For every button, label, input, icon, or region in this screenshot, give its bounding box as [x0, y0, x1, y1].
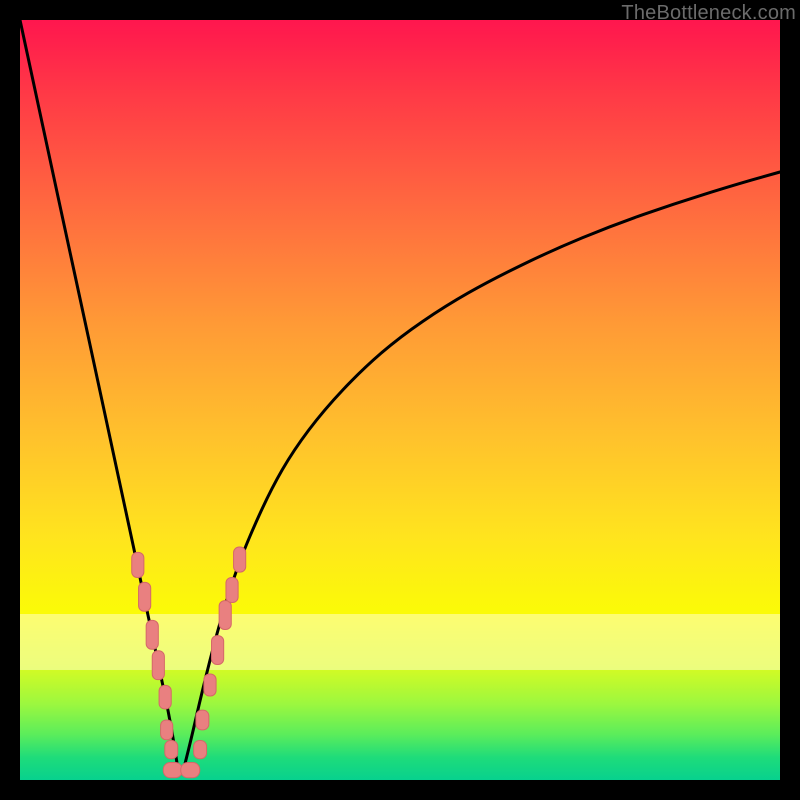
plot-area [20, 20, 780, 780]
chart-frame: TheBottleneck.com [0, 0, 800, 800]
